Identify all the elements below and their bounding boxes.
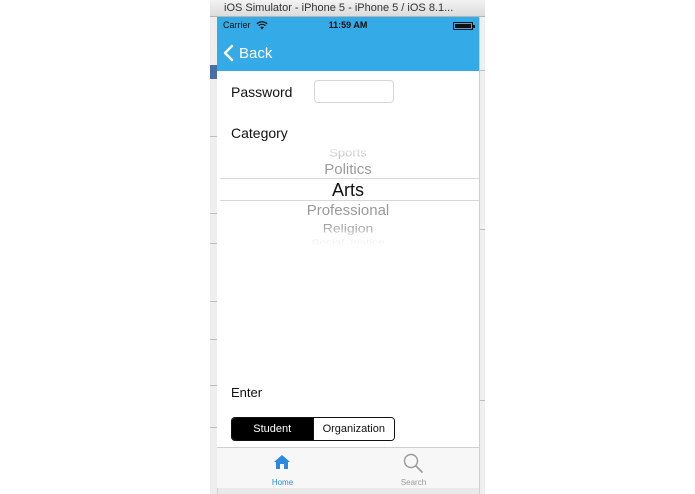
picker-option[interactable]: Social Justice [217,238,479,245]
picker-option[interactable]: Religion [217,222,479,234]
clock: 11:59 AM [328,20,368,30]
back-label: Back [239,44,273,62]
back-button[interactable]: Back [223,42,272,64]
picker-selection-top [220,178,479,179]
enter-label: Enter [231,385,263,400]
account-type-segmented-control[interactable]: Student Organization [231,417,395,441]
picker-option-selected[interactable]: Arts [217,181,479,199]
background-window-right [479,17,485,494]
tab-home[interactable]: Home [217,448,348,488]
tab-bar: Home Search [217,447,479,488]
phone-screen: Carrier 11:59 AM Back Password Category [217,17,479,488]
category-picker[interactable]: Sports Politics Arts Professional Religi… [217,143,479,247]
window-title: iOS Simulator - iPhone 5 - iPhone 5 / iO… [210,0,485,17]
picker-option[interactable]: Politics [217,162,479,177]
segment-student[interactable]: Student [232,418,313,440]
chevron-left-icon [223,44,234,62]
home-icon [274,455,290,469]
tab-search-label: Search [400,478,427,487]
navigation-bar: Back [217,34,479,71]
status-bar: Carrier 11:59 AM [217,17,479,34]
password-label: Password [231,84,293,100]
picker-selection-bottom [220,200,479,201]
tab-search[interactable]: Search [348,448,479,488]
segment-organization[interactable]: Organization [312,418,394,440]
tab-home-label: Home [271,478,294,487]
picker-option[interactable]: Professional [217,203,479,218]
category-label: Category [231,125,288,141]
simulator-window: iOS Simulator - iPhone 5 - iPhone 5 / iO… [210,0,485,494]
search-icon [403,453,423,473]
picker-option[interactable]: Sports [217,147,479,158]
password-field[interactable] [314,80,394,103]
battery-icon [453,22,475,30]
